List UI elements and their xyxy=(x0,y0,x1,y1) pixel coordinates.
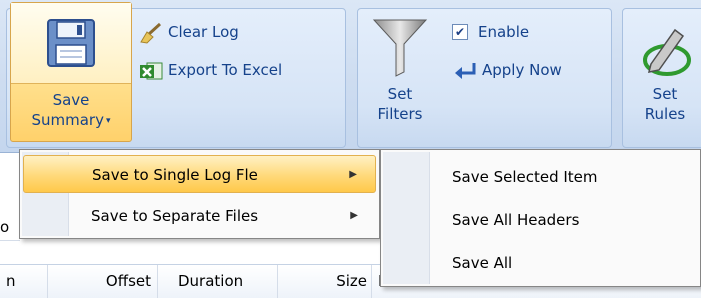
save-single-log-submenu: Save Selected Item Save All Headers Save… xyxy=(380,149,701,287)
column-header-duration[interactable]: Duration xyxy=(158,265,278,298)
submenu-item-save-all-headers[interactable]: Save All Headers xyxy=(384,201,697,239)
set-filters-label-2: Filters xyxy=(377,105,423,123)
submenu-item-label: Save All xyxy=(452,254,513,272)
menu-item-label: Save to Single Log Fle xyxy=(92,166,258,184)
broom-icon xyxy=(140,22,162,44)
row-divider xyxy=(0,240,20,241)
excel-icon xyxy=(140,62,163,79)
column-header-n[interactable]: n xyxy=(0,265,48,298)
funnel-filter-icon xyxy=(372,19,428,77)
submenu-item-label: Save All Headers xyxy=(452,211,580,229)
export-to-excel-button[interactable]: Export To Excel xyxy=(138,56,282,84)
dropdown-caret-icon: ▾ xyxy=(105,115,111,126)
export-to-excel-label: Export To Excel xyxy=(168,61,283,79)
menu-item-save-separate-files[interactable]: Save to Separate Files ▶ xyxy=(23,197,376,235)
column-header-size[interactable]: Size xyxy=(278,265,372,298)
submenu-arrow-icon: ▶ xyxy=(349,169,357,180)
enable-checkbox[interactable]: ✔ Enable xyxy=(452,18,529,46)
ribbon-toolbar: Save Summary ▾ Clear Log Export To Excel … xyxy=(0,0,701,153)
clear-log-button[interactable]: Clear Log xyxy=(138,18,239,46)
set-rules-label-1: Set xyxy=(652,85,678,103)
enter-arrow-icon xyxy=(455,62,476,79)
submenu-item-save-all[interactable]: Save All xyxy=(384,244,697,282)
clear-log-label: Clear Log xyxy=(168,23,239,41)
set-rules-button[interactable]: Set Rules xyxy=(630,2,700,124)
set-filters-label-1: Set xyxy=(387,85,413,103)
save-summary-label-2: Summary xyxy=(31,111,104,129)
apply-now-label: Apply Now xyxy=(482,61,562,79)
rules-pen-icon xyxy=(643,28,691,76)
apply-now-button[interactable]: Apply Now xyxy=(452,56,562,84)
save-summary-label-1: Save xyxy=(52,91,90,109)
menu-item-label: Save to Separate Files xyxy=(91,207,259,225)
save-summary-button[interactable]: Save Summary ▾ xyxy=(10,2,132,142)
floppy-disk-icon xyxy=(47,19,95,67)
partial-row-text: o xyxy=(0,218,10,236)
enable-label: Enable xyxy=(478,23,530,41)
submenu-item-save-selected-item[interactable]: Save Selected Item xyxy=(384,158,697,196)
set-rules-label-2: Rules xyxy=(644,105,686,123)
submenu-arrow-icon: ▶ xyxy=(350,210,358,221)
column-header-offset[interactable]: Offset xyxy=(48,265,158,298)
submenu-item-label: Save Selected Item xyxy=(452,168,598,186)
checkmark-icon: ✔ xyxy=(452,23,468,40)
set-filters-button[interactable]: Set Filters xyxy=(365,2,435,124)
menu-item-save-single-log[interactable]: Save to Single Log Fle ▶ xyxy=(23,155,376,193)
save-summary-menu: Save to Single Log Fle ▶ Save to Separat… xyxy=(19,149,380,239)
